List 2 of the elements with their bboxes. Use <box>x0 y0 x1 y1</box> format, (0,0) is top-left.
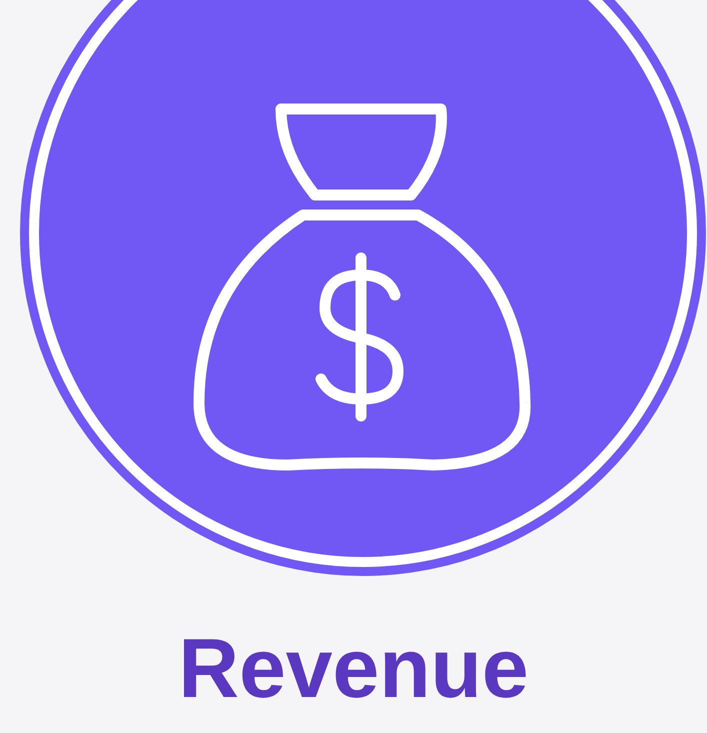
section-heading: Revenue <box>177 626 530 710</box>
money-bag-icon <box>193 103 533 473</box>
